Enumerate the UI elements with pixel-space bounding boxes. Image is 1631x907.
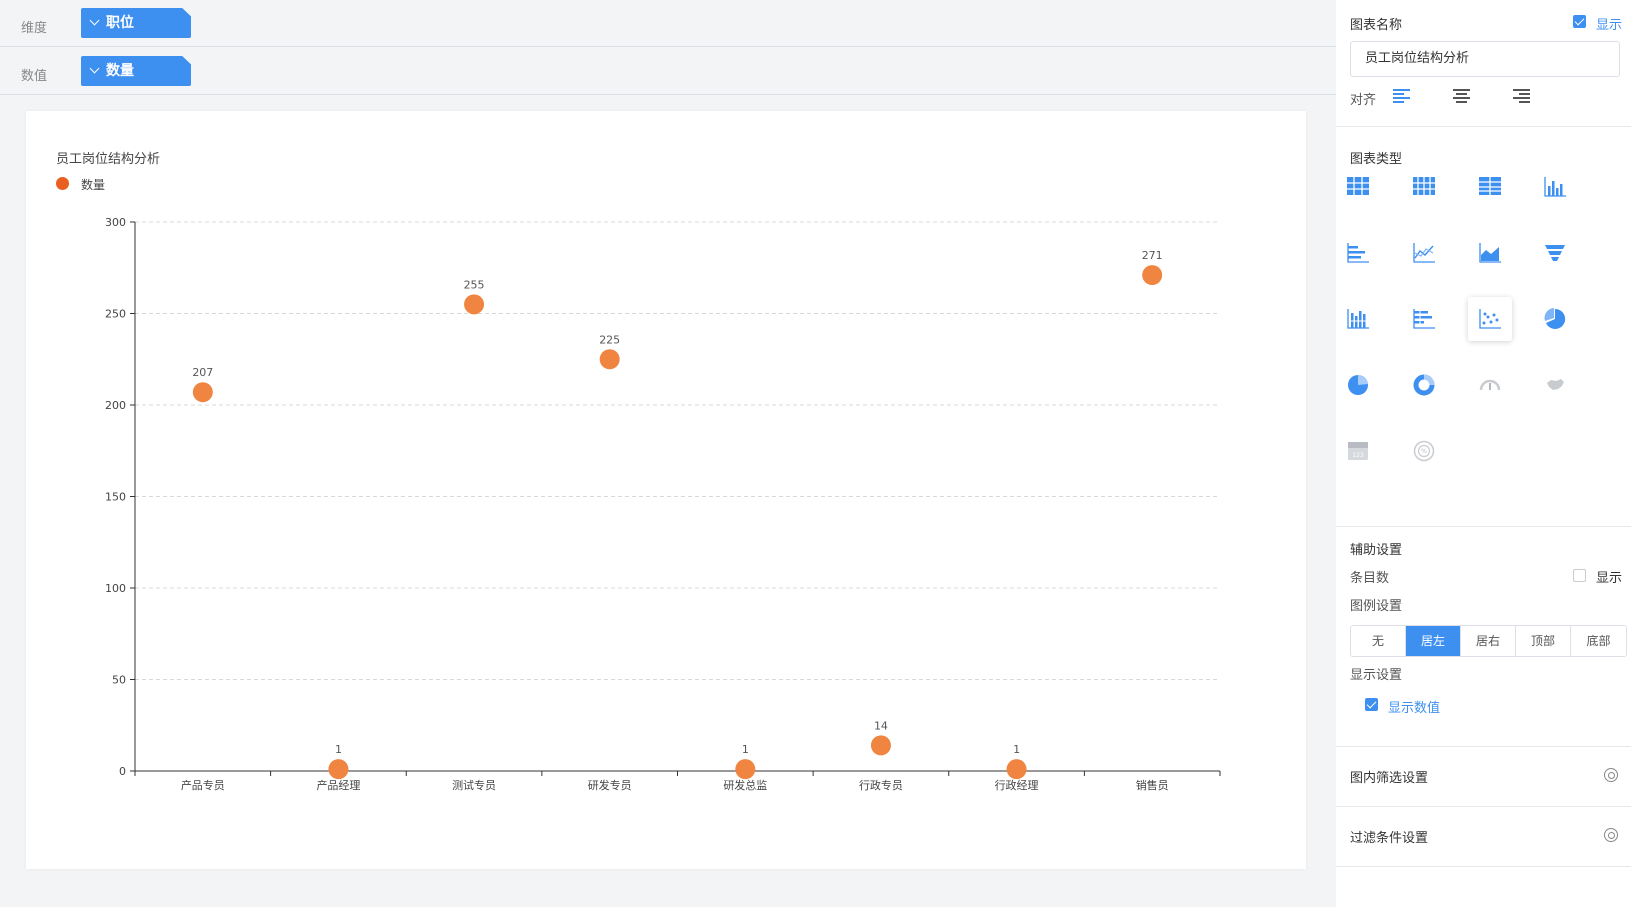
measure-label: 数值	[21, 69, 48, 84]
data-point	[870, 735, 891, 756]
aux-label: 辅助设置	[1350, 543, 1403, 558]
legend-option[interactable]: 底部	[1571, 626, 1626, 656]
data-point	[192, 382, 213, 403]
x-tick-label: 销售员	[1136, 778, 1169, 792]
scatter-plot: 0 50 100 150 200 250 300 产品专员 产品经理 测试专员 研发专员 研发总监 行政…	[105, 216, 1221, 792]
inner-filter-section[interactable]: 图内筛选设置	[1336, 747, 1631, 807]
data-label: 255	[464, 278, 485, 291]
data-point	[1142, 265, 1163, 286]
filter-condition-section[interactable]: 过滤条件设置	[1336, 807, 1631, 867]
data-point	[328, 759, 349, 780]
align-left-icon[interactable]	[1393, 89, 1410, 103]
display-settings-label: 显示设置	[1350, 668, 1403, 683]
chart-name-section: 图表名称 显示 员工岗位结构分析 对齐	[1336, 0, 1631, 127]
align-center-icon[interactable]	[1453, 89, 1470, 103]
item-count-checkbox[interactable]	[1573, 569, 1586, 582]
show-title-label: 显示	[1596, 18, 1623, 33]
data-point	[464, 294, 485, 315]
dimension-pill[interactable]: 职位	[81, 8, 191, 38]
chevron-down-icon	[89, 15, 100, 26]
x-tick-label: 行政专员	[859, 778, 903, 792]
kpi-card-icon[interactable]: 123	[1336, 429, 1380, 473]
align-label: 对齐	[1350, 93, 1377, 108]
funnel-chart-icon[interactable]	[1533, 231, 1577, 275]
stacked-bar-icon[interactable]	[1402, 297, 1446, 341]
y-tick-label: 50	[112, 674, 126, 687]
pie-chart-2-icon[interactable]	[1336, 363, 1380, 407]
legend-settings-label: 图例设置	[1350, 599, 1403, 614]
column-chart-icon[interactable]	[1533, 165, 1577, 209]
data-label: 1	[742, 743, 749, 756]
svg-text:%: %	[1421, 448, 1427, 455]
data-point	[599, 349, 620, 370]
chart-type-section: 图表类型 123%	[1336, 127, 1631, 527]
filter-condition-label: 过滤条件设置	[1350, 831, 1429, 846]
x-tick-label: 研发专员	[588, 778, 632, 792]
y-tick-label: 100	[105, 582, 126, 595]
legend-option[interactable]: 顶部	[1516, 626, 1571, 656]
y-tick-label: 0	[119, 765, 126, 778]
donut-chart-icon[interactable]	[1402, 363, 1446, 407]
show-values-checkbox[interactable]	[1365, 698, 1378, 711]
y-tick-label: 150	[105, 491, 126, 504]
legend-option[interactable]: 居右	[1461, 626, 1516, 656]
svg-text:123: 123	[1352, 452, 1364, 459]
bar-chart-icon[interactable]	[1336, 231, 1380, 275]
y-tick-label: 250	[105, 308, 126, 321]
item-count-show: 显示	[1596, 571, 1623, 586]
gear-icon[interactable]	[1604, 828, 1618, 842]
line-chart-icon[interactable]	[1402, 231, 1446, 275]
align-right-icon[interactable]	[1513, 89, 1530, 103]
inner-filter-label: 图内筛选设置	[1350, 771, 1429, 786]
legend-position-segmented: 无居左 居右 顶部 底部	[1350, 625, 1627, 657]
x-tick-label: 测试专员	[452, 778, 496, 792]
main-area: 维度 职位 数值 数量 员工岗位结构分析 数量 0 50 100 150 200 250 3…	[0, 0, 1336, 907]
dimension-label: 维度	[21, 21, 48, 36]
area-chart-icon[interactable]	[1468, 231, 1512, 275]
legend-option[interactable]: 无	[1351, 626, 1406, 656]
show-title-checkbox[interactable]	[1573, 15, 1586, 28]
pie-chart-icon[interactable]	[1533, 297, 1577, 341]
data-label: 1	[1013, 743, 1020, 756]
legend-option[interactable]: 居左	[1406, 626, 1461, 656]
x-tick-label: 行政经理	[995, 778, 1039, 792]
data-point	[735, 759, 756, 780]
word-cloud-icon[interactable]: %	[1402, 429, 1446, 473]
gear-icon[interactable]	[1604, 768, 1618, 782]
cross-table-icon[interactable]	[1402, 165, 1446, 209]
x-tick-label: 产品专员	[181, 778, 225, 792]
scatter-chart-icon[interactable]	[1468, 297, 1512, 341]
data-label: 207	[192, 366, 213, 379]
data-label: 1	[335, 743, 342, 756]
table-icon[interactable]	[1336, 165, 1380, 209]
x-tick-label: 研发总监	[723, 778, 767, 792]
dimension-row: 维度 职位	[0, 0, 1336, 47]
item-count-label: 条目数	[1350, 571, 1390, 586]
chart-name-label: 图表名称	[1350, 18, 1403, 33]
data-label: 271	[1142, 249, 1163, 262]
data-label: 225	[599, 333, 620, 346]
data-label: 14	[874, 719, 888, 732]
measure-row: 数值 数量	[0, 48, 1336, 95]
dimension-value: 职位	[106, 15, 134, 31]
stacked-column-icon[interactable]	[1336, 297, 1380, 341]
y-tick-label: 300	[105, 216, 126, 229]
settings-panel: 图表名称 显示 员工岗位结构分析 对齐 图表类型 123% 辅助设置 条目数 显…	[1336, 0, 1631, 907]
chart-card: 员工岗位结构分析 数量 0 50 100 150 200 250 300 产品专员 产品经理 测试…	[26, 111, 1306, 869]
chart-name-input[interactable]: 员工岗位结构分析	[1350, 41, 1620, 77]
map-icon[interactable]	[1533, 363, 1577, 407]
data-point	[1006, 759, 1027, 780]
x-tick-label: 产品经理	[316, 778, 360, 792]
summary-table-icon[interactable]	[1468, 165, 1512, 209]
show-values-label: 显示数值	[1388, 701, 1441, 716]
measure-value: 数量	[106, 63, 134, 79]
y-tick-label: 200	[105, 399, 126, 412]
chevron-down-icon	[89, 63, 100, 74]
measure-pill[interactable]: 数量	[81, 56, 191, 86]
gauge-icon[interactable]	[1468, 363, 1512, 407]
